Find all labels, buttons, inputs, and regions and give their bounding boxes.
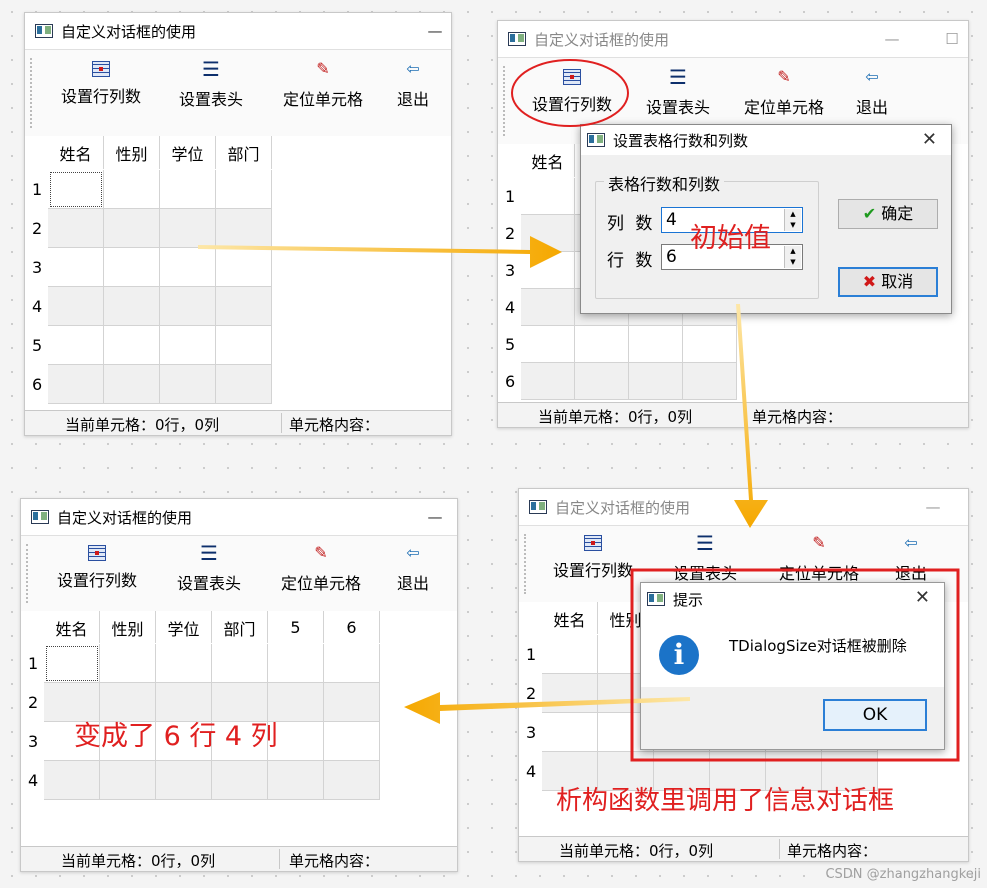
watermark: CSDN @zhangzhangkeji — [825, 867, 981, 882]
annotation-overlay — [198, 59, 960, 762]
annotation-initial-value: 初始值 — [690, 223, 771, 254]
arrow-left — [404, 692, 690, 724]
arrow-down — [734, 304, 768, 528]
annotation-destructor-note: 析构函数里调用了信息对话框 — [556, 786, 895, 816]
highlight-rect — [630, 568, 960, 762]
arrow-right — [198, 236, 562, 268]
annotation-result: 变成了 6 行 4 列 — [74, 721, 278, 752]
highlight-ellipse — [511, 59, 629, 127]
